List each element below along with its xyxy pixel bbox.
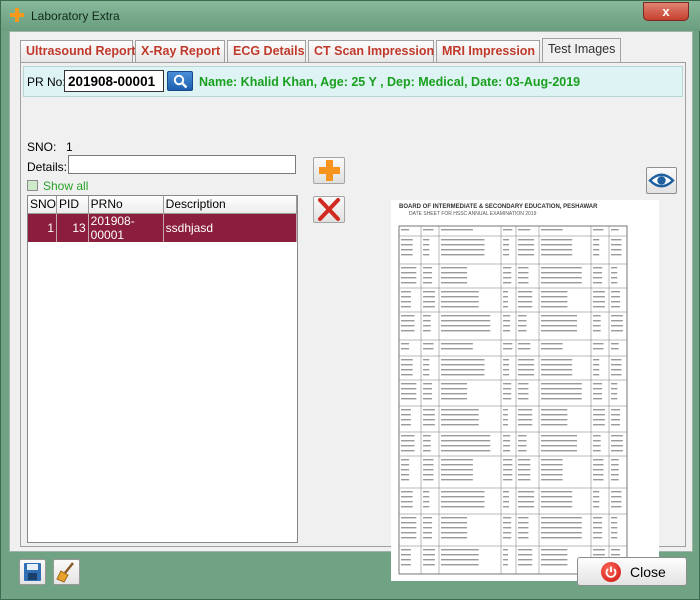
tab-ecg-details[interactable]: ECG Details: [227, 40, 306, 62]
delete-image-button[interactable]: [313, 196, 345, 223]
sno-label: SNO:: [27, 140, 57, 154]
power-icon: [601, 562, 621, 582]
cell-pid[interactable]: 13: [56, 213, 89, 242]
show-all-label[interactable]: Show all: [43, 179, 88, 193]
column-header-sno[interactable]: SNO: [28, 196, 58, 214]
broom-icon: [56, 562, 74, 583]
main-window: Laboratory Extra x Ultrasound Report X-R…: [0, 0, 700, 600]
close-button[interactable]: Close: [577, 557, 687, 586]
add-image-button[interactable]: [313, 157, 345, 184]
column-header-pid[interactable]: PID: [56, 196, 89, 214]
footer-bar: Close: [9, 554, 693, 594]
plus-icon: [319, 160, 340, 181]
delete-x-icon: [318, 198, 340, 221]
pr-no-label: PR No:: [27, 75, 66, 89]
test-image-preview: BOARD OF INTERMEDIATE & SECONDARY EDUCAT…: [391, 200, 659, 581]
document-table-image: [398, 225, 628, 575]
view-image-button[interactable]: [646, 167, 677, 194]
table-row[interactable]: 1 13 201908-00001 ssdhjasd: [28, 213, 298, 242]
clear-button[interactable]: [53, 559, 80, 585]
search-button[interactable]: [167, 71, 193, 91]
save-button[interactable]: [19, 559, 46, 585]
cell-prno[interactable]: 201908-00001: [88, 213, 164, 242]
window-title: Laboratory Extra: [31, 9, 120, 23]
eye-icon: [648, 173, 675, 188]
grid-header: SNO PID PRNo Description: [28, 196, 298, 214]
window-close-button[interactable]: x: [643, 2, 689, 21]
tab-test-images[interactable]: Test Images: [542, 38, 621, 63]
pr-no-input[interactable]: [64, 70, 164, 92]
patient-bar: PR No: Name: Khalid Khan, Age: 25 Y , De…: [23, 66, 683, 97]
floppy-disk-icon: [24, 563, 41, 581]
tab-mri-impression[interactable]: MRI Impression: [436, 40, 540, 62]
show-all-checkbox[interactable]: [27, 180, 38, 191]
close-button-label: Close: [630, 564, 666, 580]
cell-sno[interactable]: 1: [28, 213, 58, 242]
cell-description[interactable]: ssdhjasd: [163, 213, 298, 242]
column-header-description[interactable]: Description: [163, 196, 298, 214]
sno-value: 1: [66, 140, 73, 154]
client-area: Ultrasound Report X-Ray Report ECG Detai…: [9, 31, 693, 581]
title-bar: Laboratory Extra x: [1, 1, 700, 31]
details-label: Details:: [27, 160, 68, 174]
tab-ultrasound-report[interactable]: Ultrasound Report: [20, 40, 136, 62]
images-grid[interactable]: SNO PID PRNo Description 1 13 201908-000…: [27, 195, 298, 543]
column-header-prno[interactable]: PRNo: [88, 196, 164, 214]
tab-xray-report[interactable]: X-Ray Report: [135, 40, 225, 62]
details-input[interactable]: [68, 155, 296, 174]
test-images-panel: PR No: Name: Khalid Khan, Age: 25 Y , De…: [20, 62, 686, 581]
patient-info: Name: Khalid Khan, Age: 25 Y , Dep: Medi…: [199, 75, 581, 89]
tab-ct-scan-impression[interactable]: CT Scan Impression: [308, 40, 434, 62]
search-icon: [173, 74, 188, 89]
plus-app-icon: [10, 8, 24, 22]
